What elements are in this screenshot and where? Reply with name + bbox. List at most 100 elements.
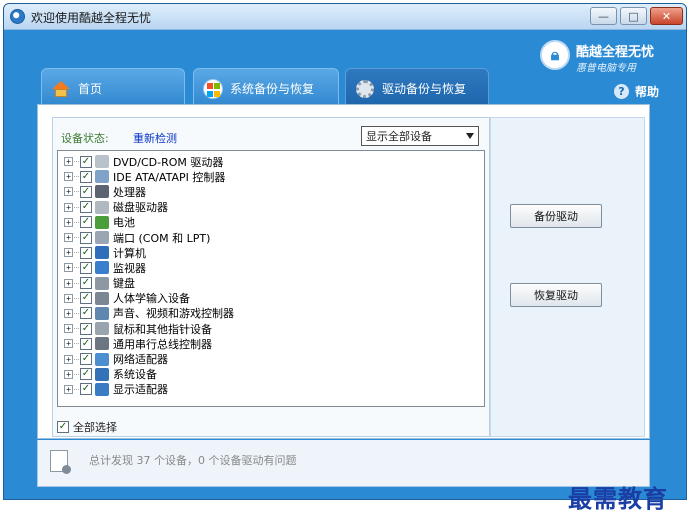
select-all-checkbox[interactable]: ✓ 全部选择 — [57, 419, 117, 435]
device-icon — [95, 322, 109, 336]
device-label: DVD/CD-ROM 驱动器 — [113, 155, 224, 169]
device-tree-item[interactable]: + ✓ 计算机 — [58, 245, 484, 260]
device-tree-item[interactable]: + ✓ 端口 (COM 和 LPT) — [58, 230, 484, 245]
tree-connector — [74, 206, 79, 208]
expand-icon[interactable]: + — [64, 369, 73, 379]
device-tree-item[interactable]: + ✓ 通用串行总线控制器 — [58, 336, 484, 351]
device-tree-item[interactable]: + ✓ 键盘 — [58, 276, 484, 291]
driver-panel: 设备状态: 重新检测 显示全部设备 + ✓ DVD/CD-ROM 驱动器 + ✓ IDE … — [37, 104, 650, 439]
device-filter-select[interactable]: 显示全部设备 — [361, 126, 479, 146]
device-tree-item[interactable]: + ✓ 处理器 — [58, 184, 484, 199]
device-icon — [95, 185, 109, 199]
device-tree-item[interactable]: + ✓ 网络适配器 — [58, 351, 484, 366]
app-logo-icon — [10, 9, 25, 24]
maximize-button[interactable]: □ — [620, 7, 647, 25]
device-checkbox[interactable]: ✓ — [80, 155, 92, 168]
expand-icon[interactable]: + — [64, 248, 73, 258]
expand-icon[interactable]: + — [64, 384, 73, 394]
expand-icon[interactable]: + — [64, 278, 73, 288]
device-icon — [95, 382, 109, 396]
tab-driver-backup[interactable]: 驱动备份与恢复 — [345, 68, 489, 108]
checkbox-checked-icon: ✓ — [57, 421, 69, 433]
expand-icon[interactable]: + — [64, 202, 73, 212]
device-summary: 总计发现 37 个设备，0 个设备驱动有问题 — [89, 454, 297, 467]
tree-connector — [74, 237, 79, 239]
help-icon: ? — [614, 84, 629, 99]
device-label: 电池 — [113, 216, 135, 230]
device-tree-item[interactable]: + ✓ 显示适配器 — [58, 382, 484, 397]
expand-icon[interactable]: + — [64, 172, 73, 182]
device-checkbox[interactable]: ✓ — [80, 368, 92, 381]
expand-icon[interactable]: + — [64, 354, 73, 364]
chevron-down-icon — [466, 133, 474, 139]
expand-icon[interactable]: + — [64, 187, 73, 197]
redetect-link[interactable]: 重新检测 — [133, 130, 177, 146]
device-tree-item[interactable]: + ✓ IDE ATA/ATAPI 控制器 — [58, 169, 484, 184]
device-checkbox[interactable]: ✓ — [80, 277, 92, 290]
device-label: IDE ATA/ATAPI 控制器 — [113, 170, 226, 184]
help-link[interactable]: ? 帮助 — [614, 83, 659, 100]
brand-subtitle: 惠普电脑专用 — [576, 63, 636, 74]
expand-icon[interactable]: + — [64, 263, 73, 273]
document-icon — [50, 450, 71, 474]
device-tree-item[interactable]: + ✓ 系统设备 — [58, 367, 484, 382]
watermark: 最需教育 — [568, 484, 668, 513]
device-checkbox[interactable]: ✓ — [80, 322, 92, 335]
device-checkbox[interactable]: ✓ — [80, 231, 92, 244]
device-tree-item[interactable]: + ✓ 鼠标和其他指针设备 — [58, 321, 484, 336]
device-tree-item[interactable]: + ✓ 监视器 — [58, 260, 484, 275]
tab-system-backup-label: 系统备份与恢复 — [230, 82, 315, 96]
tree-connector — [74, 297, 79, 299]
minimize-button[interactable]: — — [590, 7, 617, 25]
restore-driver-button[interactable]: 恢复驱动 — [510, 283, 602, 307]
tab-system-backup[interactable]: 系统备份与恢复 — [193, 68, 339, 108]
device-tree-item[interactable]: + ✓ 电池 — [58, 215, 484, 230]
device-icon — [95, 291, 109, 305]
device-checkbox[interactable]: ✓ — [80, 216, 92, 229]
device-tree-item[interactable]: + ✓ DVD/CD-ROM 驱动器 — [58, 154, 484, 169]
device-checkbox[interactable]: ✓ — [80, 185, 92, 198]
device-label: 键盘 — [113, 277, 135, 291]
device-checkbox[interactable]: ✓ — [80, 261, 92, 274]
device-label: 监视器 — [113, 261, 146, 275]
device-tree-item[interactable]: + ✓ 人体学输入设备 — [58, 291, 484, 306]
tree-connector — [74, 191, 79, 193]
device-checkbox[interactable]: ✓ — [80, 383, 92, 396]
close-button[interactable]: ✕ — [650, 7, 683, 25]
device-label: 计算机 — [113, 246, 146, 260]
tree-connector — [74, 267, 79, 269]
device-checkbox[interactable]: ✓ — [80, 292, 92, 305]
device-icon — [95, 276, 109, 290]
expand-icon[interactable]: + — [64, 293, 73, 303]
device-checkbox[interactable]: ✓ — [80, 353, 92, 366]
device-tree-item[interactable]: + ✓ 磁盘驱动器 — [58, 200, 484, 215]
device-checkbox[interactable]: ✓ — [80, 307, 92, 320]
windows-logo-icon — [203, 78, 223, 99]
window-title: 欢迎使用酷越全程无忧 — [31, 11, 152, 25]
expand-icon[interactable]: + — [64, 308, 73, 318]
device-icon — [95, 261, 109, 275]
tab-home[interactable]: 首页 — [41, 68, 185, 108]
device-checkbox[interactable]: ✓ — [80, 201, 92, 214]
device-checkbox[interactable]: ✓ — [80, 337, 92, 350]
tree-connector — [74, 328, 79, 330]
device-checkbox[interactable]: ✓ — [80, 170, 92, 183]
device-checkbox[interactable]: ✓ — [80, 246, 92, 259]
device-tree-item[interactable]: + ✓ 声音、视频和游戏控制器 — [58, 306, 484, 321]
device-tree[interactable]: + ✓ DVD/CD-ROM 驱动器 + ✓ IDE ATA/ATAPI 控制器 + ✓ 处理器… — [57, 150, 485, 407]
status-footer: 总计发现 37 个设备，0 个设备驱动有问题 — [37, 440, 650, 487]
tree-connector — [74, 373, 79, 375]
brand-name: 酷越全程无忧 — [576, 45, 655, 60]
expand-icon[interactable]: + — [64, 217, 73, 227]
tree-connector — [74, 343, 79, 345]
brand: 🔒︎ 酷越全程无忧 惠普电脑专用 — [540, 38, 680, 78]
device-box: 设备状态: 重新检测 显示全部设备 + ✓ DVD/CD-ROM 驱动器 + ✓ IDE … — [52, 117, 490, 437]
expand-icon[interactable]: + — [64, 233, 73, 243]
expand-icon[interactable]: + — [64, 324, 73, 334]
tree-connector — [74, 221, 79, 223]
tree-connector — [74, 161, 79, 163]
device-icon — [95, 367, 109, 381]
backup-driver-button[interactable]: 备份驱动 — [510, 204, 602, 228]
expand-icon[interactable]: + — [64, 339, 73, 349]
expand-icon[interactable]: + — [64, 157, 73, 167]
